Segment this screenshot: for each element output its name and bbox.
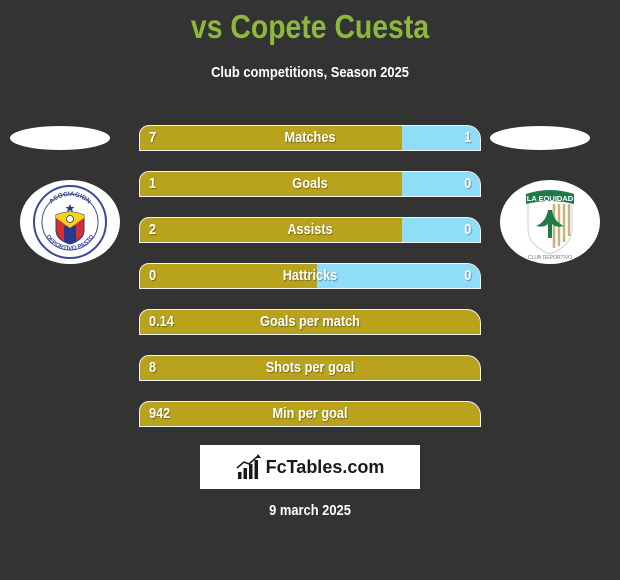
left-team-value: 0	[149, 267, 157, 284]
left-team-value: 1	[149, 175, 157, 192]
stat-row-hattricks: 0 Hattricks 0	[139, 263, 481, 289]
brand-name: FcTables.com	[265, 456, 385, 477]
stat-label: Hattricks	[282, 267, 338, 284]
svg-text:CLUB DEPORTIVO: CLUB DEPORTIVO	[528, 255, 572, 261]
stat-label: Goals	[292, 175, 328, 192]
deportivo-pasto-crest-icon: ASOCIACION DEPORTIVO PASTO	[33, 185, 107, 259]
left-team-value: 7	[149, 129, 157, 146]
right-team-value: 0	[463, 175, 471, 192]
fctables-logo[interactable]: FcTables.com	[200, 445, 420, 489]
left-team-value: 2	[149, 221, 157, 238]
stat-row-shots-per-goal: 8 Shots per goal	[139, 355, 481, 381]
stat-label: Min per goal	[272, 405, 348, 422]
stat-row-min-per-goal: 942 Min per goal	[139, 401, 481, 427]
stat-label: Matches	[284, 129, 336, 146]
right-team-value: 0	[463, 267, 471, 284]
left-team-name-placeholder	[10, 126, 110, 150]
right-team-value: 1	[463, 129, 471, 146]
stat-label: Shots per goal	[265, 359, 355, 376]
stat-label: Goals per match	[260, 313, 360, 330]
stat-row-matches: 7 Matches 1	[139, 125, 481, 151]
match-date: 9 march 2025	[269, 502, 351, 519]
competition-subtitle: Club competitions, Season 2025	[211, 64, 409, 81]
stat-row-goals-per-match: 0.14 Goals per match	[139, 309, 481, 335]
left-team-badge[interactable]: ASOCIACION DEPORTIVO PASTO	[20, 180, 120, 264]
right-team-value: 0	[463, 221, 471, 238]
right-team-badge[interactable]: LA EQUIDAD CLUB DEPORTIVO	[500, 180, 600, 264]
la-equidad-crest-icon: LA EQUIDAD CLUB DEPORTIVO	[526, 190, 574, 261]
bar-chart-trend-icon	[236, 454, 261, 479]
left-team-value: 8	[149, 359, 157, 376]
stat-row-assists: 2 Assists 0	[139, 217, 481, 243]
right-team-name-placeholder	[490, 126, 590, 150]
page-title: vs Copete Cuesta	[190, 8, 430, 45]
stat-label: Assists	[287, 221, 333, 238]
stat-row-goals: 1 Goals 0	[139, 171, 481, 197]
svg-text:LA EQUIDAD: LA EQUIDAD	[527, 194, 574, 203]
